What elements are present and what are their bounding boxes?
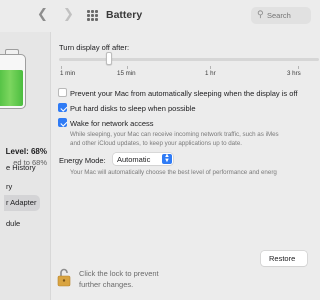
show-all-grid-icon[interactable]: [87, 10, 98, 21]
slider-tick-label: 15 min: [117, 70, 136, 77]
prevent-sleep-label: Prevent your Mac from automatically slee…: [70, 89, 298, 98]
battery-level-text: Level: 68%: [5, 147, 47, 156]
sidebar-item-power-adapter[interactable]: r Adapter: [4, 195, 40, 211]
wake-network-checkbox[interactable]: [58, 118, 67, 127]
prevent-sleep-checkbox[interactable]: [58, 88, 67, 97]
display-sleep-slider-track[interactable]: [59, 58, 319, 61]
back-chevron-icon[interactable]: ❮: [37, 7, 48, 20]
sidebar-item-label: dule: [6, 219, 21, 228]
restore-defaults-button[interactable]: Restore: [261, 251, 307, 266]
search-input[interactable]: [267, 10, 311, 21]
select-chevron-icon: ▲ ▼: [162, 153, 172, 164]
sidebar-item-label: e History: [6, 163, 36, 172]
battery-icon: [0, 54, 26, 109]
search-field[interactable]: ⚲: [251, 7, 311, 24]
window-title: Battery: [106, 9, 143, 21]
slider-tick-label: 1 hr: [205, 70, 216, 77]
lock-text: Click the lock to prevent further change…: [79, 268, 159, 290]
sidebar-item-label: r Adapter: [6, 198, 37, 207]
display-sleep-slider-thumb[interactable]: [106, 52, 112, 65]
slider-tick-label: 3 hrs: [287, 70, 301, 77]
sidebar-item-schedule[interactable]: dule: [4, 216, 50, 232]
energy-mode-value: Automatic: [117, 154, 151, 164]
battery-fill: [0, 69, 23, 106]
search-icon: ⚲: [257, 9, 264, 19]
energy-mode-label: Energy Mode:: [59, 156, 106, 165]
lock-text-line2: further changes.: [79, 280, 134, 289]
wake-network-description: While sleeping, your Mac can receive inc…: [70, 131, 279, 138]
disk-sleep-label: Put hard disks to sleep when possible: [70, 104, 196, 113]
wake-network-description-2: and other iCloud updates, to keep your a…: [70, 140, 242, 147]
forward-chevron-icon[interactable]: ❯: [63, 7, 74, 20]
slider-tick: [298, 66, 299, 69]
slider-tick-label: 1 min: [60, 70, 76, 77]
sidebar-divider: [50, 32, 51, 300]
slider-tick: [127, 66, 128, 69]
sidebar-item-label: ry: [6, 182, 13, 191]
lock-icon[interactable]: [57, 267, 71, 287]
lock-text-line1: Click the lock to prevent: [79, 269, 159, 278]
energy-mode-select[interactable]: Automatic ▲ ▼: [113, 153, 173, 165]
energy-mode-description: Your Mac will automatically choose the b…: [70, 169, 277, 176]
slider-tick: [61, 66, 62, 69]
disk-sleep-checkbox[interactable]: [58, 103, 67, 112]
slider-tick: [210, 66, 211, 69]
title-bar: ❮ ❯ Battery ⚲: [0, 0, 311, 32]
sidebar-item-usage-history[interactable]: e History: [4, 160, 50, 176]
wake-network-label: Wake for network access: [70, 119, 154, 128]
turn-display-off-label: Turn display off after:: [59, 43, 130, 52]
sidebar: Level: 68% ed to 68% e History ry r Adap…: [0, 32, 50, 300]
sidebar-item-battery[interactable]: ry: [4, 179, 50, 195]
